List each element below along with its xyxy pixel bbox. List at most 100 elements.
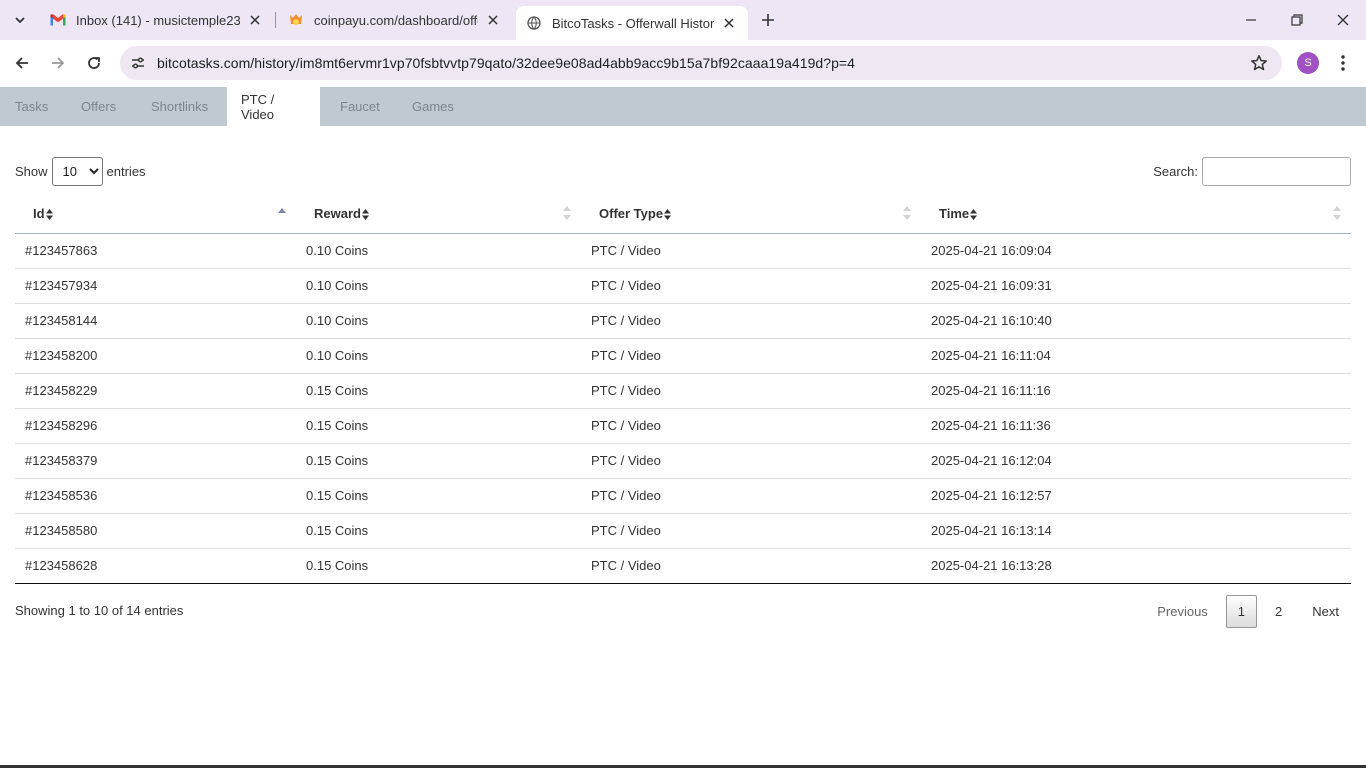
table-row: #123457863 0.10 Coins PTC / Video 2025-04-2… xyxy=(15,233,1351,269)
cell-id: #123458229 xyxy=(15,373,296,409)
browser-tab-gmail[interactable]: Inbox (141) - musictemple2313 xyxy=(40,4,274,36)
browser-tab-strip: Inbox (141) - musictemple2313 coinpayu.c… xyxy=(0,0,1366,40)
cell-reward: 0.15 Coins xyxy=(296,548,581,584)
table-search-control: Search: xyxy=(1153,157,1351,186)
column-header-label: Time xyxy=(939,206,970,222)
cell-reward: 0.15 Coins xyxy=(296,478,581,514)
cell-offer-type: PTC / Video xyxy=(581,338,921,374)
cell-offer-type: PTC / Video xyxy=(581,513,921,549)
cell-time: 2025-04-21 16:13:28 xyxy=(921,548,1351,584)
cell-time: 2025-04-21 16:13:14 xyxy=(921,513,1351,549)
table-header-row: Id Reward Offer Type Time xyxy=(15,195,1351,234)
cell-reward: 0.15 Coins xyxy=(296,373,581,409)
reload-icon[interactable] xyxy=(82,51,106,75)
sort-both-icon xyxy=(563,206,571,220)
cell-time: 2025-04-21 16:12:04 xyxy=(921,443,1351,479)
sort-arrows-icon xyxy=(361,209,369,221)
cell-time: 2025-04-21 16:11:04 xyxy=(921,338,1351,374)
cell-reward: 0.10 Coins xyxy=(296,268,581,304)
nav-tab-ptc-video[interactable]: PTC / Video xyxy=(227,87,320,126)
table-row: #123458144 0.10 Coins PTC / Video 2025-04-2… xyxy=(15,303,1351,339)
cell-id: #123458628 xyxy=(15,548,296,584)
cell-reward: 0.10 Coins xyxy=(296,338,581,374)
cell-id: #123457934 xyxy=(15,268,296,304)
column-header-time[interactable]: Time xyxy=(921,195,1351,234)
forward-arrow-icon[interactable] xyxy=(46,51,70,75)
tab-title: BitcoTasks - Offerwall History xyxy=(552,15,714,31)
profile-avatar[interactable]: S xyxy=(1297,52,1319,74)
cell-offer-type: PTC / Video xyxy=(581,373,921,409)
cell-time: 2025-04-21 16:09:31 xyxy=(921,268,1351,304)
tab-search-chevron-icon[interactable] xyxy=(8,8,32,32)
search-label: Search: xyxy=(1153,164,1198,179)
browser-toolbar: bitcotasks.com/history/im8mt6ervmr1vp70f… xyxy=(0,40,1366,86)
offerwall-nav: Tasks Offers Shortlinks PTC / Video Fauc… xyxy=(0,87,1366,126)
cell-id: #123458379 xyxy=(15,443,296,479)
column-header-id[interactable]: Id xyxy=(15,195,296,234)
browser-tab-bitcotasks[interactable]: BitcoTasks - Offerwall History xyxy=(516,6,748,40)
search-input[interactable] xyxy=(1202,157,1351,186)
sort-both-icon xyxy=(903,206,911,220)
next-page-button[interactable]: Next xyxy=(1300,595,1351,628)
close-tab-icon[interactable] xyxy=(720,14,738,32)
nav-tab-games[interactable]: Games xyxy=(398,87,468,126)
close-tab-icon[interactable] xyxy=(246,11,264,29)
tab-title: Inbox (141) - musictemple2313 xyxy=(76,12,240,28)
cell-offer-type: PTC / Video xyxy=(581,233,921,269)
page-button-1[interactable]: 1 xyxy=(1225,595,1258,628)
cell-reward: 0.15 Coins xyxy=(296,443,581,479)
nav-tab-shortlinks[interactable]: Shortlinks xyxy=(137,87,222,126)
column-header-label: Id xyxy=(33,206,45,222)
column-header-reward[interactable]: Reward xyxy=(296,195,581,234)
cell-reward: 0.10 Coins xyxy=(296,303,581,339)
table-row: #123458580 0.15 Coins PTC / Video 2025-04-2… xyxy=(15,513,1351,549)
minimize-icon[interactable] xyxy=(1239,8,1263,32)
entries-length-control: Show 10 entries xyxy=(15,157,146,186)
column-header-label: Reward xyxy=(314,206,361,222)
cell-reward: 0.15 Coins xyxy=(296,408,581,444)
cell-id: #123458200 xyxy=(15,338,296,374)
address-bar[interactable]: bitcotasks.com/history/im8mt6ervmr1vp70f… xyxy=(120,46,1282,80)
cell-id: #123458296 xyxy=(15,408,296,444)
nav-tab-tasks[interactable]: Tasks xyxy=(1,87,62,126)
cell-offer-type: PTC / Video xyxy=(581,303,921,339)
browser-tab-coinpayu[interactable]: coinpayu.com/dashboard/offerw xyxy=(278,4,512,36)
sort-arrows-icon xyxy=(664,209,672,221)
tab-title: coinpayu.com/dashboard/offerw xyxy=(314,12,478,28)
back-arrow-icon[interactable] xyxy=(10,51,34,75)
sort-arrows-icon xyxy=(970,209,978,221)
cell-time: 2025-04-21 16:11:36 xyxy=(921,408,1351,444)
new-tab-plus-icon[interactable] xyxy=(756,8,780,32)
nav-tab-offers[interactable]: Offers xyxy=(67,87,130,126)
cell-offer-type: PTC / Video xyxy=(581,268,921,304)
page-button-2[interactable]: 2 xyxy=(1263,595,1294,628)
pagination: Previous 1 2 Next xyxy=(1139,595,1351,628)
url-text[interactable]: bitcotasks.com/history/im8mt6ervmr1vp70f… xyxy=(157,55,855,71)
cell-id: #123457863 xyxy=(15,233,296,269)
cell-reward: 0.15 Coins xyxy=(296,513,581,549)
tab-separator xyxy=(275,12,276,28)
restore-icon[interactable] xyxy=(1285,8,1309,32)
nav-tab-faucet[interactable]: Faucet xyxy=(326,87,394,126)
cell-reward: 0.10 Coins xyxy=(296,233,581,269)
bookmark-star-icon[interactable] xyxy=(1250,54,1268,72)
more-vert-icon[interactable] xyxy=(1333,51,1353,75)
cell-time: 2025-04-21 16:10:40 xyxy=(921,303,1351,339)
site-info-tune-icon[interactable] xyxy=(128,53,148,73)
table-row: #123458536 0.15 Coins PTC / Video 2025-04-2… xyxy=(15,478,1351,514)
table-row: #123458229 0.15 Coins PTC / Video 2025-04-2… xyxy=(15,373,1351,409)
cell-id: #123458536 xyxy=(15,478,296,514)
previous-page-button[interactable]: Previous xyxy=(1145,595,1220,628)
close-window-icon[interactable] xyxy=(1331,8,1355,32)
show-label: Show xyxy=(15,164,48,179)
close-tab-icon[interactable] xyxy=(484,11,502,29)
page-length-select[interactable]: 10 xyxy=(51,157,103,186)
offerwall-history-table: Id Reward Offer Type Time #123457863 0.10… xyxy=(15,195,1351,584)
cell-id: #123458580 xyxy=(15,513,296,549)
cell-offer-type: PTC / Video xyxy=(581,548,921,584)
table-row: #123458296 0.15 Coins PTC / Video 2025-04-2… xyxy=(15,408,1351,444)
column-header-offer-type[interactable]: Offer Type xyxy=(581,195,921,234)
table-row: #123457934 0.10 Coins PTC / Video 2025-04-2… xyxy=(15,268,1351,304)
sort-both-icon xyxy=(1333,206,1341,220)
cell-offer-type: PTC / Video xyxy=(581,478,921,514)
